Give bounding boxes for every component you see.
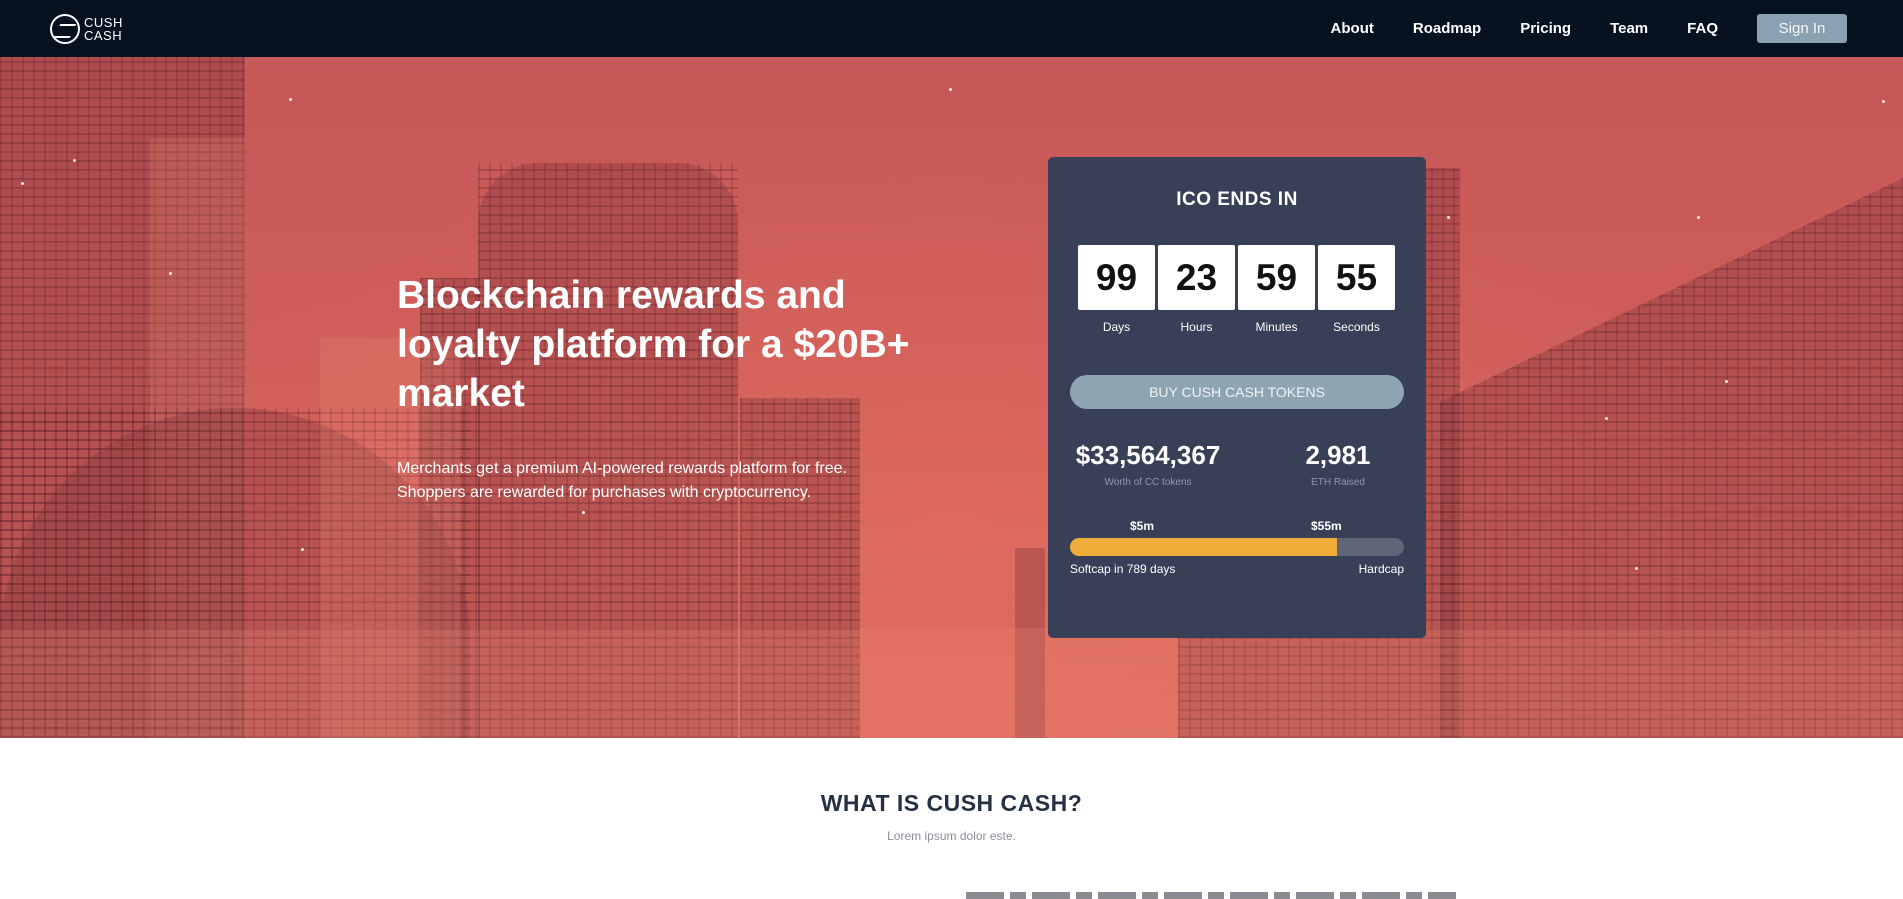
sparkle-dot xyxy=(1447,216,1450,219)
countdown-minutes: 59 Minutes xyxy=(1238,245,1315,334)
sparkle-dot xyxy=(73,159,76,162)
cut-off-paragraph xyxy=(966,892,1456,899)
nav-link-roadmap[interactable]: Roadmap xyxy=(1413,20,1481,37)
cush-cash-logo[interactable]: CUSH CASH xyxy=(50,13,123,45)
buy-tokens-button[interactable]: BUY CUSH CASH TOKENS xyxy=(1070,375,1404,409)
top-navbar: CUSH CASH About Roadmap Pricing Team FAQ… xyxy=(0,0,1903,57)
countdown-seconds-label: Seconds xyxy=(1333,320,1380,334)
countdown-minutes-label: Minutes xyxy=(1255,320,1298,334)
stat-eth-raised: 2,981 ETH Raised xyxy=(1258,440,1418,488)
countdown-days: 99 Days xyxy=(1078,245,1155,334)
hardcap-amount: $55m xyxy=(1311,519,1342,533)
fundraising-progress-bar xyxy=(1070,538,1404,556)
logo-text: CUSH CASH xyxy=(84,16,123,42)
hero-title: Blockchain rewards and loyalty platform … xyxy=(397,274,910,415)
countdown-days-label: Days xyxy=(1102,320,1131,334)
countdown-seconds-value: 55 xyxy=(1318,245,1395,310)
nav-links: About Roadmap Pricing Team FAQ Sign In xyxy=(1292,13,1847,43)
sparkle-dot xyxy=(21,182,24,185)
stat-tokens-worth-label: Worth of CC tokens xyxy=(1104,477,1192,488)
section-subtitle: Lorem ipsum dolor este. xyxy=(887,829,1016,843)
nav-link-team[interactable]: Team xyxy=(1610,20,1648,37)
hero-section: Blockchain rewards and loyalty platform … xyxy=(0,57,1903,738)
sparkle-dot xyxy=(949,88,952,91)
hero-subtitle: Merchants get a premium AI-powered rewar… xyxy=(397,457,957,505)
softcap-text: Softcap in 789 days xyxy=(1070,562,1176,576)
countdown-minutes-value: 59 xyxy=(1238,245,1315,310)
countdown-hours-value: 23 xyxy=(1158,245,1235,310)
sign-in-button[interactable]: Sign In xyxy=(1757,13,1847,43)
countdown-hours: 23 Hours xyxy=(1158,245,1235,334)
fundraising-progress-fill xyxy=(1070,538,1338,556)
sparkle-dot xyxy=(1725,380,1728,383)
logo-icon xyxy=(50,14,80,44)
nav-link-faq[interactable]: FAQ xyxy=(1687,20,1718,37)
ico-countdown-card: ICO ENDS IN 99 Days 23 Hours 59 Minutes … xyxy=(1048,157,1426,638)
sparkle-dot xyxy=(1882,100,1885,103)
ico-title: ICO ENDS IN xyxy=(1176,189,1298,210)
countdown-days-value: 99 xyxy=(1078,245,1155,310)
sparkle-dot xyxy=(169,272,172,275)
hardcap-text: Hardcap xyxy=(1358,562,1404,576)
softcap-amount: $5m xyxy=(1130,519,1155,533)
logo-line-2: CASH xyxy=(84,28,123,43)
nav-link-pricing[interactable]: Pricing xyxy=(1520,20,1571,37)
countdown-hours-label: Hours xyxy=(1180,320,1213,334)
sparkle-dot xyxy=(301,548,304,551)
stat-tokens-worth: $33,564,367 Worth of CC tokens xyxy=(1068,440,1228,488)
sparkle-dot xyxy=(1635,567,1638,570)
nav-link-about[interactable]: About xyxy=(1331,20,1374,37)
stat-eth-raised-value: 2,981 xyxy=(1305,440,1371,470)
sparkle-dot xyxy=(1605,417,1608,420)
sparkle-dot xyxy=(1697,216,1700,219)
sparkle-dot xyxy=(289,98,292,101)
section-title: WHAT IS CUSH CASH? xyxy=(820,790,1083,816)
sparkle-dot xyxy=(582,511,585,514)
stat-tokens-worth-value: $33,564,367 xyxy=(1075,440,1221,470)
skyline-ground xyxy=(0,628,1903,738)
hero-subtitle-line-1: Merchants get a premium AI-powered rewar… xyxy=(397,460,847,477)
stat-eth-raised-label: ETH Raised xyxy=(1311,477,1365,488)
hero-subtitle-line-2: Shoppers are rewarded for purchases with… xyxy=(397,484,812,501)
countdown-seconds: 55 Seconds xyxy=(1318,245,1395,334)
